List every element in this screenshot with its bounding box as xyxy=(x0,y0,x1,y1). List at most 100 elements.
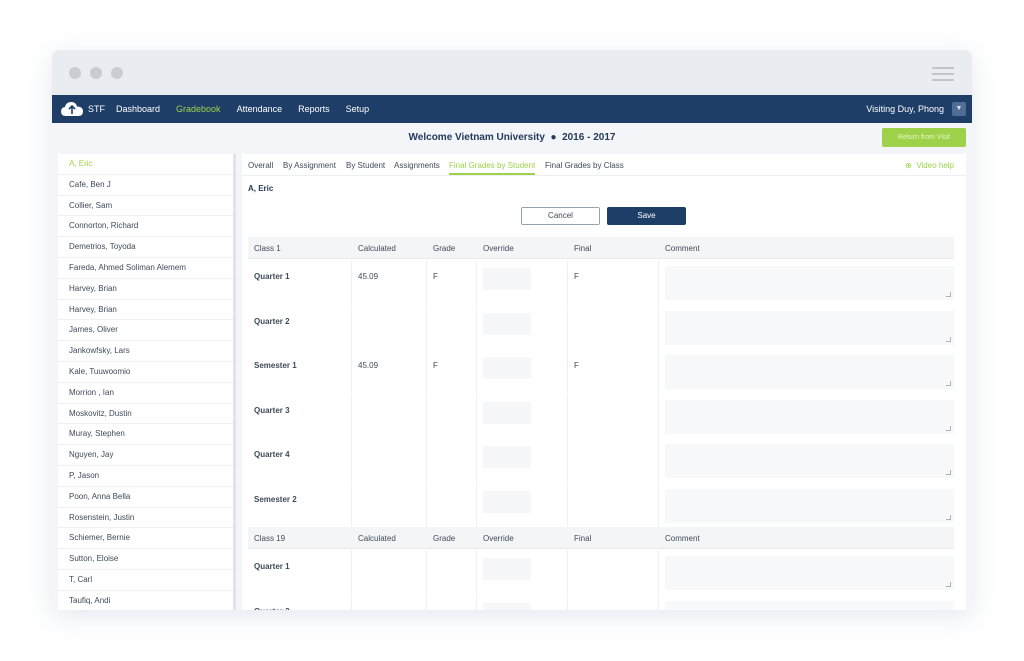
student-list-item[interactable]: Sutton, Eloise xyxy=(58,549,233,570)
column-divider xyxy=(426,594,427,610)
save-button[interactable]: Save xyxy=(607,207,686,225)
tab-assignments[interactable]: Assignments xyxy=(394,161,440,170)
override-input[interactable] xyxy=(483,558,531,580)
student-list-item[interactable]: Poon, Anna Bella xyxy=(58,487,233,508)
override-input[interactable] xyxy=(483,401,531,424)
comment-textarea[interactable] xyxy=(665,266,954,300)
override-input[interactable] xyxy=(483,357,531,379)
tab-by-assignment[interactable]: By Assignment xyxy=(283,161,336,170)
column-divider xyxy=(351,438,352,482)
column-divider xyxy=(426,349,427,393)
column-divider xyxy=(658,260,659,304)
comment-textarea[interactable] xyxy=(665,310,954,345)
grade-period-label: Semester 2 xyxy=(254,494,297,504)
grade-period-label: Quarter 3 xyxy=(254,405,290,415)
student-list-item[interactable]: P, Jason xyxy=(58,466,233,487)
video-help-link[interactable]: ⊕ Video help xyxy=(905,161,954,170)
student-list-item[interactable]: Nguyen, Jay xyxy=(58,445,233,466)
column-header-override: Override xyxy=(483,244,514,253)
column-divider xyxy=(567,304,568,349)
override-input[interactable] xyxy=(483,268,531,290)
student-list-item[interactable]: T, Carl xyxy=(58,570,233,591)
grade-row: Quarter 2 xyxy=(248,304,954,349)
student-list-item[interactable]: Collier, Sam xyxy=(58,196,233,217)
grade-row: Quarter 2 xyxy=(248,594,954,611)
comment-textarea[interactable] xyxy=(665,556,954,590)
student-list-item[interactable]: Connorton, Richard xyxy=(58,216,233,238)
column-divider xyxy=(567,349,568,393)
globe-icon: ⊕ xyxy=(905,161,912,170)
column-divider xyxy=(567,482,568,527)
grade-row: Quarter 1 45.09 F F xyxy=(248,260,954,304)
column-divider xyxy=(567,550,568,594)
grade-period-label: Quarter 2 xyxy=(254,316,290,326)
table-header-row: Class 19 Calculated Grade Override Final Comm… xyxy=(248,527,954,549)
override-input[interactable] xyxy=(483,312,531,335)
column-header-comment: Comment xyxy=(665,244,700,253)
student-list-item[interactable]: Harvey, Brian xyxy=(58,300,233,321)
grades-panel: Overall By Assignment By Student Assignment… xyxy=(242,154,966,610)
tab-overall[interactable]: Overall xyxy=(248,161,273,170)
tab-final-grades-by-class[interactable]: Final Grades by Class xyxy=(545,161,624,170)
student-list-item[interactable]: Moskovitz, Dustin xyxy=(58,404,233,425)
tab-final-grades-by-student[interactable]: Final Grades by Student xyxy=(449,161,536,175)
column-divider xyxy=(426,550,427,594)
student-list-item[interactable]: Cafe, Ben J xyxy=(58,175,233,196)
column-divider xyxy=(476,349,477,393)
column-divider xyxy=(567,594,568,610)
student-list-item[interactable]: Schiemer, Bernie xyxy=(58,528,233,550)
student-list-item[interactable]: Kale, Tuuwoomio xyxy=(58,362,233,383)
comment-textarea[interactable] xyxy=(665,488,954,523)
column-divider xyxy=(658,304,659,349)
column-divider xyxy=(658,550,659,594)
column-header-calculated: Calculated xyxy=(358,534,396,543)
column-divider xyxy=(426,260,427,304)
comment-textarea[interactable] xyxy=(665,600,954,610)
table-header-row: Class 1 Calculated Grade Override Final Comme… xyxy=(248,237,954,259)
comment-textarea[interactable] xyxy=(665,444,954,478)
student-list-item[interactable]: Morrion , Ian xyxy=(58,383,233,404)
column-divider xyxy=(658,393,659,438)
student-list-item[interactable]: James, Oliver xyxy=(58,320,233,342)
grade-value: F xyxy=(433,361,438,370)
calculated-value: 45.09 xyxy=(358,272,379,281)
student-list-item[interactable]: A, Eric xyxy=(58,154,233,175)
comment-textarea[interactable] xyxy=(665,399,954,434)
override-input[interactable] xyxy=(483,446,531,468)
column-divider xyxy=(476,438,477,482)
cancel-button[interactable]: Cancel xyxy=(521,207,600,225)
column-header-grade: Grade xyxy=(433,534,456,543)
column-divider xyxy=(658,349,659,393)
video-help-label: Video help xyxy=(916,161,954,170)
grade-period-label: Quarter 1 xyxy=(254,562,290,571)
column-divider xyxy=(351,260,352,304)
comment-textarea[interactable] xyxy=(665,355,954,389)
grade-row: Quarter 3 xyxy=(248,393,954,438)
tab-by-student[interactable]: By Student xyxy=(346,161,385,170)
grade-value: F xyxy=(433,272,438,281)
column-divider xyxy=(476,482,477,527)
student-list-item[interactable]: Taufiq, Andi xyxy=(58,591,233,610)
student-list-item[interactable]: Jankowfsky, Lars xyxy=(58,341,233,362)
student-list-item[interactable]: Demetrios, Toyoda xyxy=(58,237,233,258)
override-input[interactable] xyxy=(483,602,531,610)
column-divider xyxy=(426,393,427,438)
class-name-header: Class 1 xyxy=(254,244,281,253)
column-divider xyxy=(351,304,352,349)
column-divider xyxy=(351,482,352,527)
column-divider xyxy=(426,304,427,349)
grade-period-label: Semester 1 xyxy=(254,361,297,370)
override-input[interactable] xyxy=(483,490,531,513)
student-list-item[interactable]: Harvey, Brian xyxy=(58,279,233,300)
column-divider xyxy=(351,594,352,610)
column-header-override: Override xyxy=(483,534,514,543)
student-list-item[interactable]: Muray, Stephen xyxy=(58,424,233,446)
column-divider xyxy=(567,393,568,438)
grade-period-label: Quarter 2 xyxy=(254,607,290,611)
student-list-item[interactable]: Rosenstein, Justin xyxy=(58,508,233,529)
grade-row: Quarter 1 xyxy=(248,550,954,594)
tab-bar: Overall By Assignment By Student Assignment… xyxy=(242,154,966,176)
column-divider xyxy=(426,438,427,482)
student-list-item[interactable]: Fareda, Ahmed Soliman Alemem xyxy=(58,258,233,279)
column-divider xyxy=(658,438,659,482)
